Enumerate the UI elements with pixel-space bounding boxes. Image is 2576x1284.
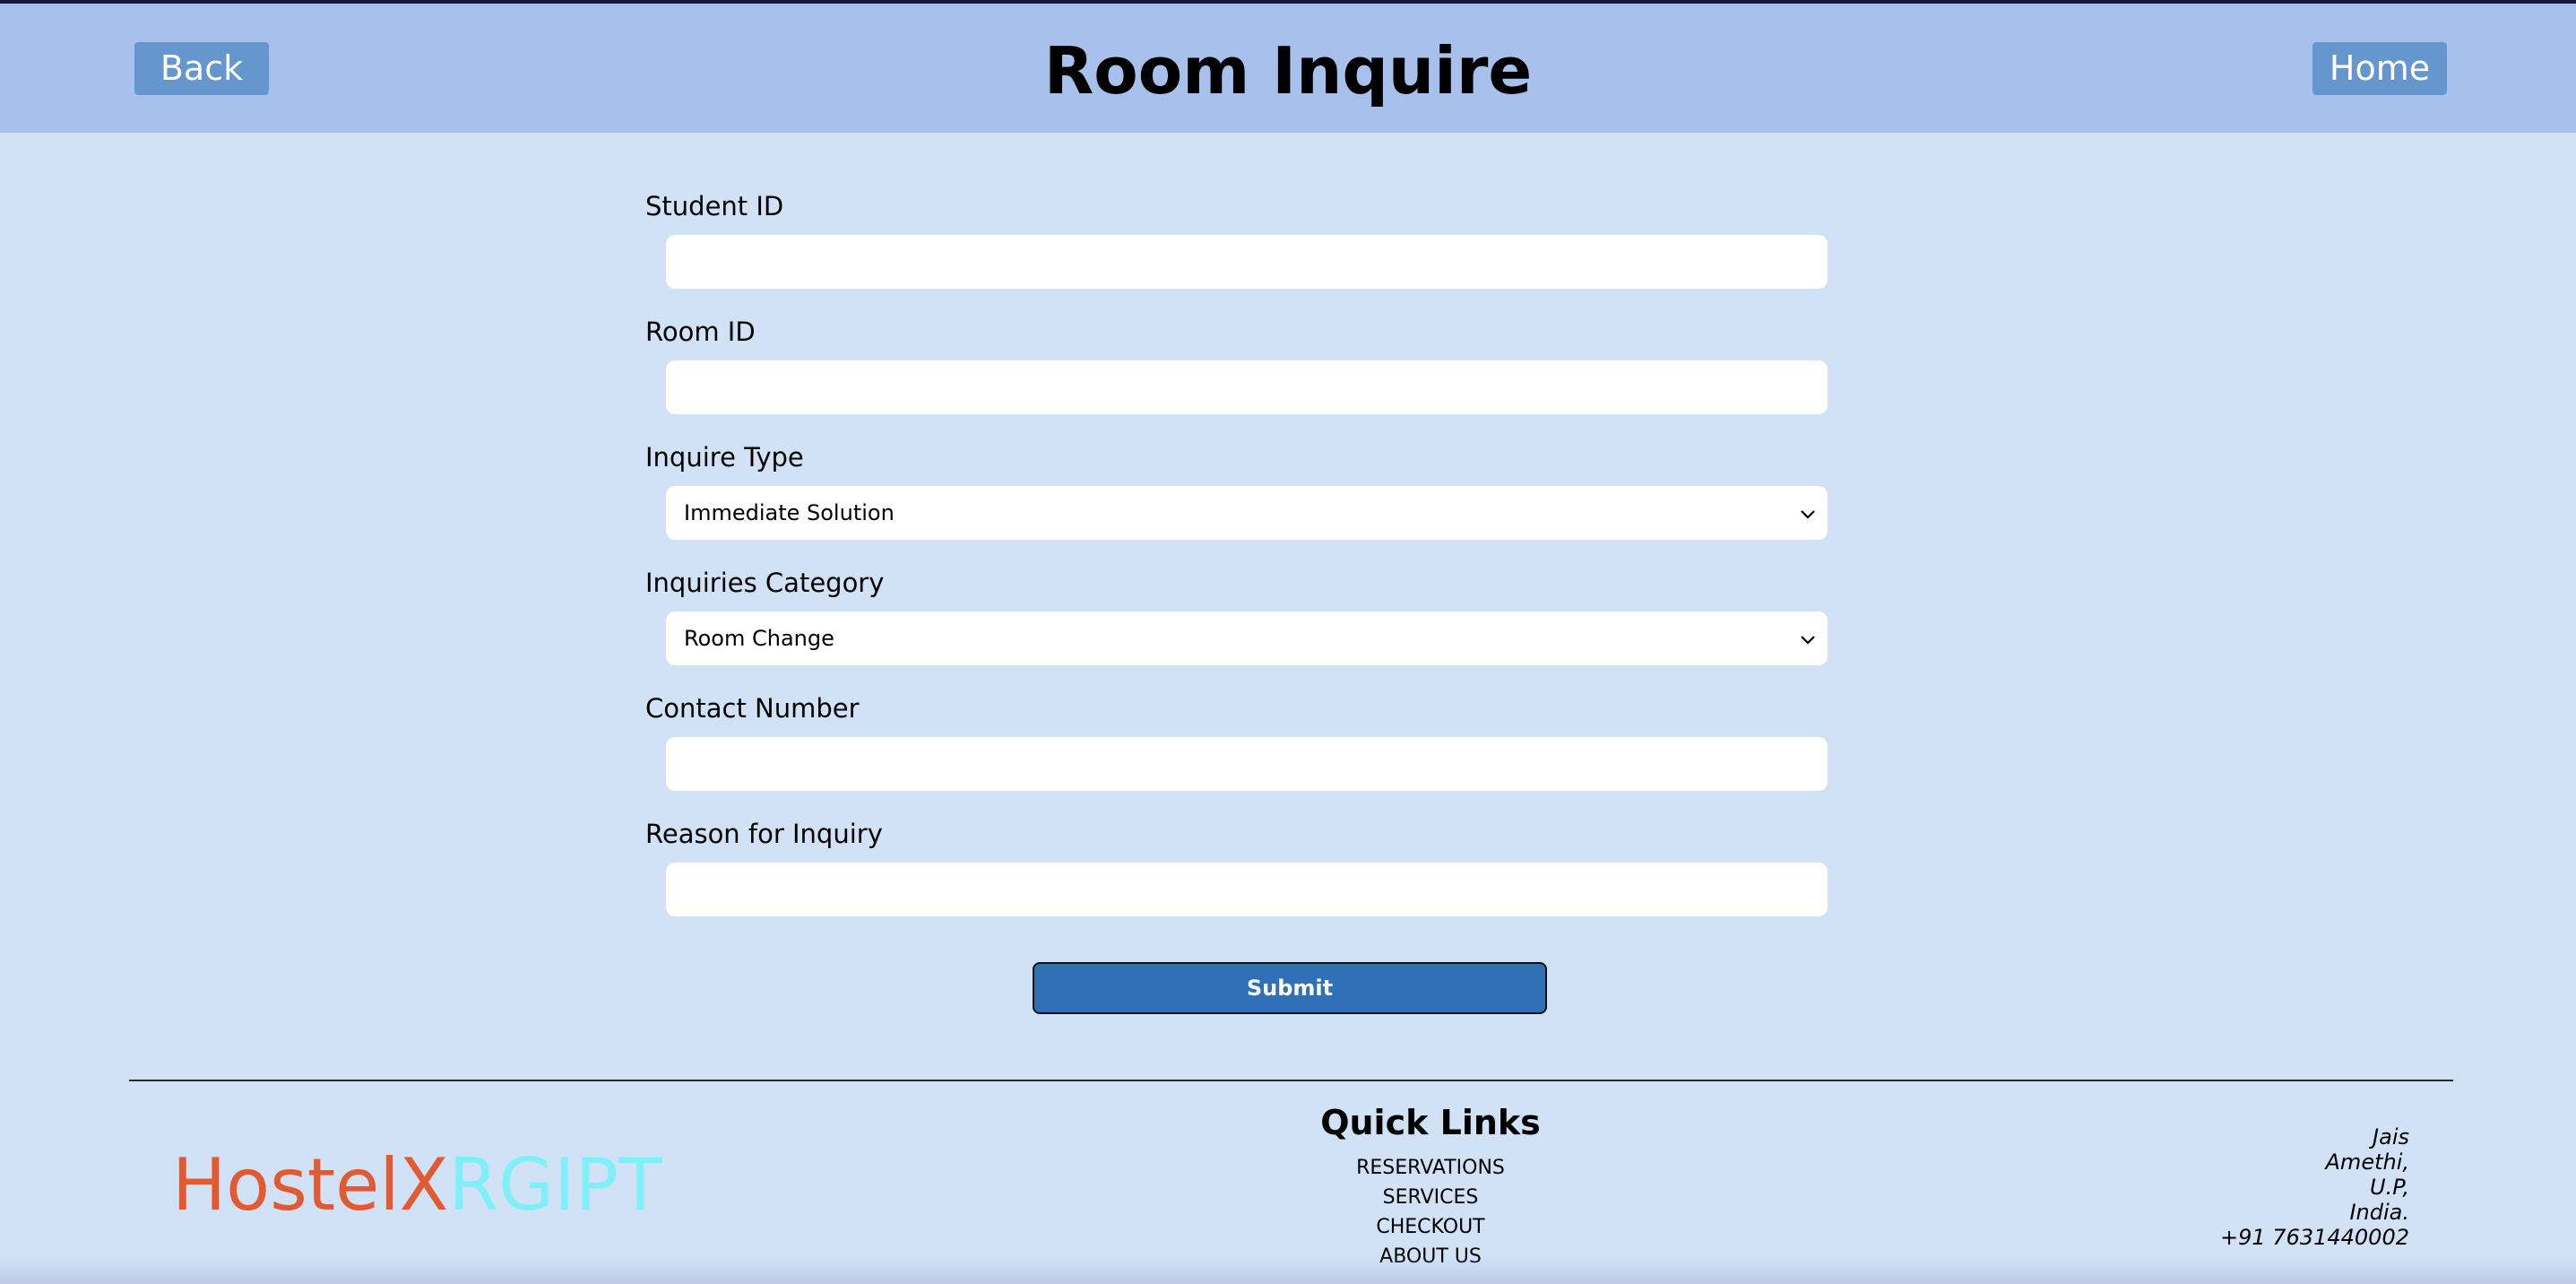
footer-divider xyxy=(129,1080,2453,1081)
quick-links-title: Quick Links xyxy=(1320,1103,1541,1142)
student-id-label: Student ID xyxy=(645,191,784,221)
bottom-shadow xyxy=(0,1257,2576,1284)
submit-button[interactable]: Submit xyxy=(1033,962,1547,1014)
inquiries-category-select[interactable]: Room Change xyxy=(666,612,1828,665)
inquire-type-selected: Immediate Solution xyxy=(684,500,895,525)
address-line-2: Amethi, xyxy=(2325,1150,2409,1175)
room-id-label: Room ID xyxy=(645,317,756,347)
chevron-down-icon xyxy=(1801,636,1815,645)
address-line-1: Jais xyxy=(2373,1124,2409,1150)
reason-label: Reason for Inquiry xyxy=(645,819,883,849)
page-title: Room Inquire xyxy=(1043,33,1533,108)
room-inquire-page: Back Room Inquire Home Student ID Room I… xyxy=(0,4,2576,1284)
address-line-3: U.P, xyxy=(2370,1175,2409,1200)
inquire-type-select[interactable]: Immediate Solution xyxy=(666,486,1828,540)
contact-number-input[interactable] xyxy=(666,737,1828,791)
logo-text-hostelx: HostelX xyxy=(172,1143,449,1227)
logo-text-rgipt: RGIPT xyxy=(448,1143,662,1227)
link-reservations[interactable]: RESERVATIONS xyxy=(1251,1157,1610,1179)
inquiries-category-selected: Room Change xyxy=(684,626,834,651)
header-bar: Back Room Inquire Home xyxy=(0,4,2576,133)
home-button[interactable]: Home xyxy=(2312,42,2447,95)
link-checkout[interactable]: CHECKOUT xyxy=(1251,1216,1610,1238)
inquire-type-label: Inquire Type xyxy=(645,442,804,473)
student-id-input[interactable] xyxy=(666,235,1828,289)
room-id-input[interactable] xyxy=(666,360,1828,414)
inquiries-category-label: Inquiries Category xyxy=(645,568,885,598)
footer-logo: HostelXRGIPT xyxy=(172,1141,662,1230)
chevron-down-icon xyxy=(1801,510,1815,519)
phone-number: +91 7631440002 xyxy=(2220,1225,2409,1250)
link-services[interactable]: SERVICES xyxy=(1251,1186,1610,1209)
address-line-4: India. xyxy=(2349,1200,2409,1225)
reason-input[interactable] xyxy=(666,863,1828,916)
contact-number-label: Contact Number xyxy=(645,693,860,724)
